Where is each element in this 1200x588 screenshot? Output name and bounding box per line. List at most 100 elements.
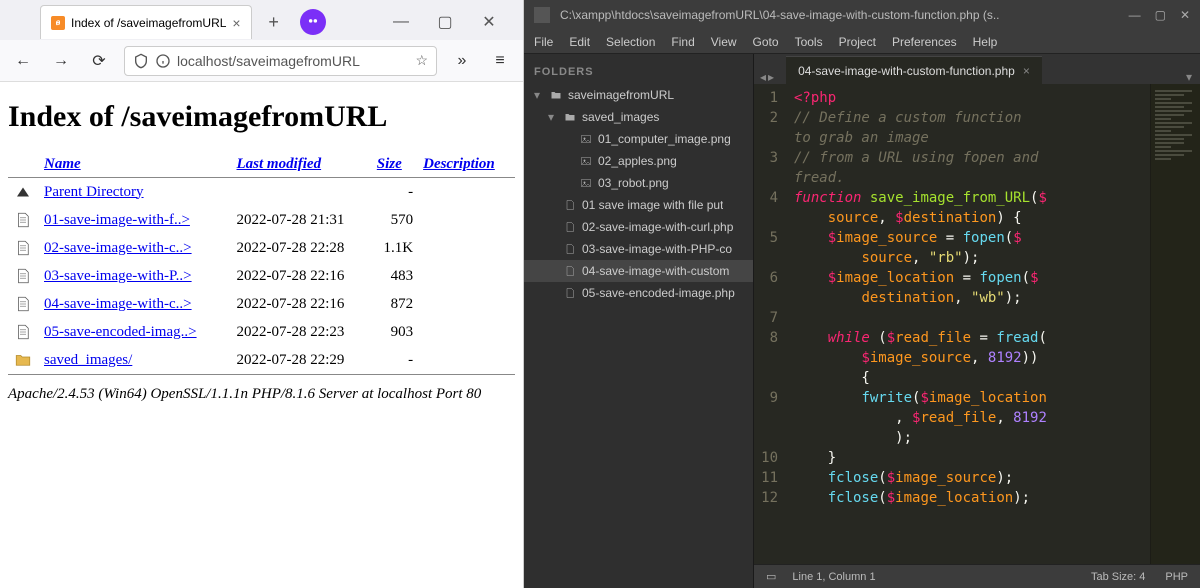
page-title: Index of /saveimagefromURL xyxy=(8,100,515,134)
sublime-editor-pane: ◂ ▸ 04-save-image-with-custom-function.p… xyxy=(754,54,1200,588)
status-language[interactable]: PHP xyxy=(1165,571,1188,583)
col-modified[interactable]: Last modified xyxy=(231,152,371,178)
new-tab-button[interactable]: + xyxy=(260,8,288,36)
line-number-gutter: 12 3 4 5 6 78 9 101112 xyxy=(754,84,784,564)
tree-file-php[interactable]: 03-save-image-with-PHP-co xyxy=(524,238,753,260)
tab-close-icon[interactable]: × xyxy=(232,15,240,31)
image-icon xyxy=(579,132,593,146)
col-desc[interactable]: Description xyxy=(417,152,515,178)
sublime-sidebar: FOLDERS ▾saveimagefromURL▾saved_images01… xyxy=(524,54,754,588)
file-icon xyxy=(563,220,577,234)
menu-find[interactable]: Find xyxy=(671,35,694,49)
menu-file[interactable]: File xyxy=(534,35,553,49)
file-link[interactable]: 04-save-image-with-c..> xyxy=(44,296,192,312)
editor-tab-label: 04-save-image-with-custom-function.php xyxy=(798,64,1015,78)
browser-tab-active[interactable]: ፀ Index of /saveimagefromURL × xyxy=(40,5,252,39)
extension-icon[interactable] xyxy=(300,9,326,35)
menu-tools[interactable]: Tools xyxy=(795,35,823,49)
image-icon xyxy=(579,176,593,190)
minimap[interactable] xyxy=(1150,84,1200,564)
col-name[interactable]: Name xyxy=(38,152,231,178)
browser-window: ፀ Index of /saveimagefromURL × + — ▢ ✕ ←… xyxy=(0,0,524,588)
forward-button[interactable]: → xyxy=(48,48,74,74)
menu-view[interactable]: View xyxy=(711,35,737,49)
tree-file-php[interactable]: 01 save image with file put xyxy=(524,194,753,216)
tree-folder-root[interactable]: ▾saveimagefromURL xyxy=(524,84,753,106)
file-icon xyxy=(563,242,577,256)
file-modified: 2022-07-28 22:23 xyxy=(231,318,371,346)
menu-preferences[interactable]: Preferences xyxy=(892,35,957,49)
file-link[interactable]: 02-save-image-with-c..> xyxy=(44,240,192,256)
file-modified: 2022-07-28 22:29 xyxy=(231,346,371,375)
image-icon xyxy=(579,154,593,168)
file-link[interactable]: 05-save-encoded-imag..> xyxy=(44,324,197,340)
code-editor[interactable]: 12 3 4 5 6 78 9 101112 <?php // Define a… xyxy=(754,84,1200,564)
tab-next-icon[interactable]: ▸ xyxy=(768,70,774,84)
file-size: 872 xyxy=(371,290,417,318)
sublime-statusbar: ▭ Line 1, Column 1 Tab Size: 4 PHP xyxy=(754,564,1200,588)
file-size: 1.1K xyxy=(371,234,417,262)
statusbar-console-icon[interactable]: ▭ xyxy=(766,570,776,583)
file-modified: 2022-07-28 22:16 xyxy=(231,262,371,290)
sublime-maximize-button[interactable]: ▢ xyxy=(1155,8,1166,22)
tree-file-image[interactable]: 02_apples.png xyxy=(524,150,753,172)
file-tree: ▾saveimagefromURL▾saved_images01_compute… xyxy=(524,84,753,304)
info-icon xyxy=(155,53,171,69)
browser-maximize-button[interactable]: ▢ xyxy=(431,8,459,36)
table-row: 02-save-image-with-c..> 2022-07-28 22:281… xyxy=(8,234,515,262)
status-tabsize[interactable]: Tab Size: 4 xyxy=(1091,571,1145,583)
tab-prev-icon[interactable]: ◂ xyxy=(760,70,766,84)
sublime-minimize-button[interactable]: — xyxy=(1129,8,1141,22)
sidebar-section-title: FOLDERS xyxy=(524,60,753,84)
reload-button[interactable]: ⟳ xyxy=(86,48,112,74)
file-link[interactable]: 03-save-image-with-P..> xyxy=(44,268,192,284)
file-icon xyxy=(563,264,577,278)
table-row: saved_images/2022-07-28 22:29- xyxy=(8,346,515,375)
tree-file-image[interactable]: 01_computer_image.png xyxy=(524,128,753,150)
file-size: - xyxy=(371,346,417,375)
tree-file-php[interactable]: 04-save-image-with-custom xyxy=(524,260,753,282)
file-modified: 2022-07-28 22:16 xyxy=(231,290,371,318)
code-content[interactable]: <?php // Define a custom function to gra… xyxy=(784,84,1150,564)
file-icon xyxy=(563,198,577,212)
menu-goto[interactable]: Goto xyxy=(753,35,779,49)
app-menu-button[interactable]: ≡ xyxy=(487,48,513,74)
menu-help[interactable]: Help xyxy=(973,35,998,49)
menu-project[interactable]: Project xyxy=(839,35,876,49)
file-link[interactable]: saved_images/ xyxy=(44,352,132,368)
parent-directory-link[interactable]: Parent Directory xyxy=(44,184,144,200)
file-modified: 2022-07-28 22:28 xyxy=(231,234,371,262)
editor-tab-close-icon[interactable]: × xyxy=(1023,64,1030,78)
browser-minimize-button[interactable]: — xyxy=(387,8,415,36)
col-size[interactable]: Size xyxy=(371,152,417,178)
sublime-window-controls: — ▢ ✕ xyxy=(1129,8,1190,22)
tree-file-php[interactable]: 02-save-image-with-curl.php xyxy=(524,216,753,238)
sublime-titlebar: C:\xampp\htdocs\saveimagefromURL\04-save… xyxy=(524,0,1200,30)
sublime-logo-icon xyxy=(534,7,550,23)
tree-file-image[interactable]: 03_robot.png xyxy=(524,172,753,194)
editor-tab-active[interactable]: 04-save-image-with-custom-function.php × xyxy=(786,56,1042,84)
file-modified: 2022-07-28 21:31 xyxy=(231,206,371,234)
browser-close-button[interactable]: ✕ xyxy=(475,8,503,36)
overflow-button[interactable]: » xyxy=(449,48,475,74)
browser-toolbar: ← → ⟳ localhost/saveimagefromURL ☆ » ≡ xyxy=(0,40,523,82)
url-bar[interactable]: localhost/saveimagefromURL ☆ xyxy=(124,46,437,76)
sublime-window-title: C:\xampp\htdocs\saveimagefromURL\04-save… xyxy=(560,8,1119,22)
folder-icon xyxy=(563,110,577,124)
tab-menu-icon[interactable]: ▾ xyxy=(1186,70,1192,84)
page-content: Index of /saveimagefromURL Name Last mod… xyxy=(0,82,523,588)
tree-file-php[interactable]: 05-save-encoded-image.php xyxy=(524,282,753,304)
file-link[interactable]: 01-save-image-with-f..> xyxy=(44,212,190,228)
table-row: 03-save-image-with-P..>2022-07-28 22:164… xyxy=(8,262,515,290)
file-size: 903 xyxy=(371,318,417,346)
tree-folder[interactable]: ▾saved_images xyxy=(524,106,753,128)
sublime-close-button[interactable]: ✕ xyxy=(1180,8,1190,22)
back-button[interactable]: ← xyxy=(10,48,36,74)
browser-tabbar: ፀ Index of /saveimagefromURL × + — ▢ ✕ xyxy=(0,0,523,40)
menu-selection[interactable]: Selection xyxy=(606,35,655,49)
table-row: Parent Directory- xyxy=(8,178,515,207)
folder-icon xyxy=(549,88,563,102)
menu-edit[interactable]: Edit xyxy=(569,35,590,49)
bookmark-icon[interactable]: ☆ xyxy=(415,52,428,69)
status-cursor-position: Line 1, Column 1 xyxy=(792,571,875,583)
